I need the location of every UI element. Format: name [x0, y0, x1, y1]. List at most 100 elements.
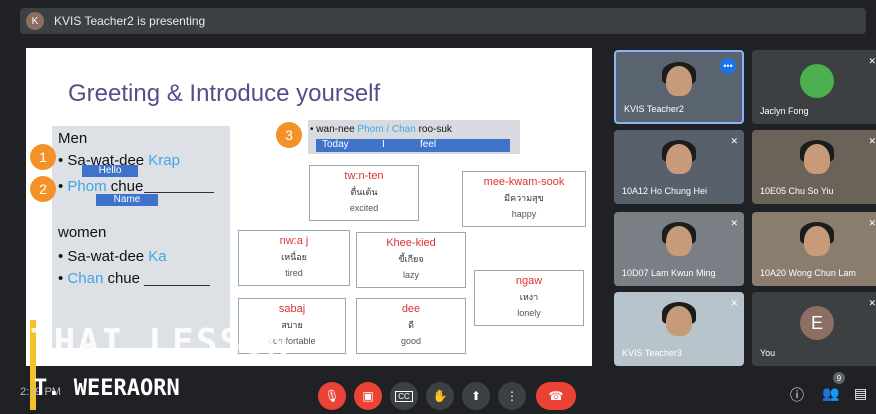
- participant-face: [666, 306, 692, 336]
- i-label: I: [382, 139, 385, 150]
- card-thai: มีความสุข: [504, 193, 544, 203]
- participant-tile[interactable]: ✕ KVIS Teacher3: [614, 292, 744, 366]
- card-thai: เหนื่อย: [281, 252, 307, 262]
- hello-bar: Hello: [82, 165, 138, 177]
- feeling-card: tw:n-ten ตื่นเต้น excited: [309, 165, 419, 221]
- meeting-info-button[interactable]: ⓘ: [790, 385, 804, 405]
- card-roman: mee-kwam-sook: [483, 176, 565, 188]
- card-thai: ดี: [408, 320, 414, 330]
- participant-name: 10A12 Ho Chung Hei: [622, 186, 708, 196]
- women-greeting: • Sa-wat-dee Ka: [58, 248, 167, 265]
- mic-off-icon: ✕: [868, 218, 876, 228]
- participant-tile-self[interactable]: E ✕ You: [752, 292, 876, 366]
- end-call-button[interactable]: ☎: [536, 382, 576, 410]
- participant-name: 10E05 Chu So Yiu: [760, 186, 834, 196]
- card-roman: dee: [401, 303, 421, 315]
- info-icon: ⓘ: [790, 387, 804, 403]
- presenting-label: KVIS Teacher2 is presenting: [54, 14, 206, 28]
- slide-title: Greeting & Introduce yourself: [68, 80, 381, 107]
- participant-name: You: [760, 348, 776, 358]
- men-intro: • Phom chue: [58, 178, 144, 195]
- participant-name: KVIS Teacher2: [624, 104, 684, 114]
- card-english: excited: [349, 203, 379, 213]
- feeling-card: dee ดี good: [356, 298, 466, 354]
- participant-face: [666, 66, 692, 96]
- feeling-card: Khee-kied ขี้เกียจ lazy: [356, 232, 466, 288]
- women-blank-line: [144, 285, 210, 286]
- step-2-badge: 2: [30, 176, 56, 202]
- present-button[interactable]: ⬆: [462, 382, 490, 410]
- chat-icon: ▤: [854, 385, 868, 401]
- men-blank-line: [144, 192, 214, 193]
- women-label: women: [58, 224, 107, 241]
- women-intro: • Chan chue: [58, 270, 140, 287]
- raise-hand-button[interactable]: ✋: [426, 382, 454, 410]
- participant-face: [804, 144, 830, 174]
- card-roman: Khee-kied: [386, 237, 436, 249]
- captions-icon: CC: [395, 390, 413, 402]
- mic-off-icon: 🎙: [324, 389, 340, 403]
- end-call-icon: ☎: [548, 389, 564, 403]
- card-english: happy: [511, 209, 537, 219]
- chat-button[interactable]: ▤: [854, 385, 867, 402]
- card-thai: เหงา: [519, 292, 539, 302]
- feel-label: feel: [420, 139, 437, 150]
- mic-off-icon: ✕: [730, 136, 738, 146]
- watermark-teacher: T. WEERAORN: [34, 376, 180, 401]
- step-3-badge: 3: [276, 122, 302, 148]
- captions-button[interactable]: CC: [390, 382, 418, 410]
- more-icon: ⋮: [506, 389, 518, 403]
- name-bar: Name: [96, 194, 158, 206]
- more-options-icon[interactable]: •••: [720, 58, 736, 74]
- card-thai: ขี้เกียจ: [398, 254, 424, 264]
- card-roman: tw:n-ten: [344, 170, 384, 182]
- participant-tile[interactable]: ✕ Jaclyn Fong: [752, 50, 876, 124]
- mic-off-icon: ✕: [868, 136, 876, 146]
- feeling-card: mee-kwam-sook มีความสุข happy: [462, 171, 586, 227]
- participant-tile[interactable]: ✕ 10A20 Wong Chun Lam: [752, 212, 876, 286]
- people-button[interactable]: 👥: [822, 385, 839, 402]
- self-avatar: E: [800, 306, 834, 340]
- watermark-title: THAI LESSON: [30, 322, 291, 363]
- camera-off-icon: ▣: [362, 389, 374, 403]
- mic-off-icon: ✕: [730, 298, 738, 308]
- participant-name: 10A20 Wong Chun Lam: [760, 268, 856, 278]
- feeling-card: nw:a j เหนื่อย tired: [238, 230, 350, 286]
- shared-slide: Greeting & Introduce yourself Men 1 • Sa…: [26, 48, 592, 366]
- feeling-card: ngaw เหงา lonely: [474, 270, 584, 326]
- participant-tile[interactable]: ✕ 10A12 Ho Chung Hei: [614, 130, 744, 204]
- card-roman: sabaj: [278, 303, 306, 315]
- participant-name: KVIS Teacher3: [622, 348, 682, 358]
- participant-face: [804, 226, 830, 256]
- phrase-text: • wan-nee Phom / Chan roo-suk: [310, 124, 452, 135]
- participant-tile[interactable]: ✕ 10E05 Chu So Yiu: [752, 130, 876, 204]
- today-label: Today: [322, 139, 349, 150]
- participant-name: Jaclyn Fong: [760, 106, 809, 116]
- card-english: lonely: [517, 308, 541, 318]
- card-thai: ตื่นเต้น: [350, 187, 378, 197]
- card-english: tired: [285, 268, 303, 278]
- men-label: Men: [58, 130, 88, 147]
- participant-avatar: [800, 64, 834, 98]
- presenting-bar: K KVIS Teacher2 is presenting: [20, 8, 866, 34]
- camera-toggle-button[interactable]: ▣: [354, 382, 382, 410]
- step-1-badge: 1: [30, 144, 56, 170]
- raise-hand-icon: ✋: [432, 389, 448, 403]
- mic-off-icon: ✕: [868, 298, 876, 308]
- participant-tile[interactable]: ••• KVIS Teacher2: [614, 50, 744, 124]
- mic-toggle-button[interactable]: 🎙: [318, 382, 346, 410]
- participant-face: [666, 144, 692, 174]
- people-count-badge: 9: [833, 372, 845, 384]
- people-icon: 👥: [822, 385, 840, 401]
- participant-face: [666, 226, 692, 256]
- participant-tile[interactable]: ✕ 10D07 Lam Kwun Ming: [614, 212, 744, 286]
- phrase-translation-bar: Today I feel: [316, 139, 510, 152]
- card-english: good: [400, 336, 422, 346]
- card-english: lazy: [402, 270, 419, 280]
- card-roman: ngaw: [515, 275, 543, 287]
- mic-off-icon: ✕: [730, 218, 738, 228]
- more-options-button[interactable]: ⋮: [498, 382, 526, 410]
- presenter-avatar: K: [26, 12, 44, 30]
- participant-name: 10D07 Lam Kwun Ming: [622, 268, 716, 278]
- mic-off-icon: ✕: [868, 56, 876, 66]
